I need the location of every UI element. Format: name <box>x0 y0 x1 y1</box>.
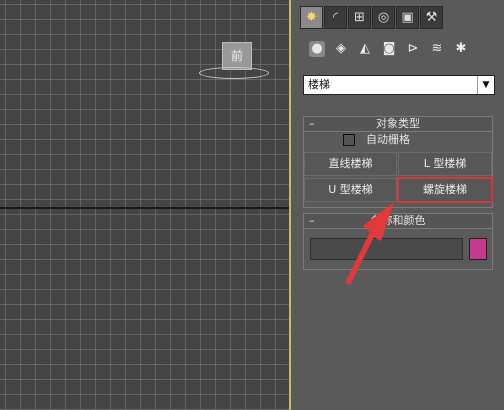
annotation-arrow <box>345 202 394 285</box>
arrow-icon <box>345 202 394 285</box>
